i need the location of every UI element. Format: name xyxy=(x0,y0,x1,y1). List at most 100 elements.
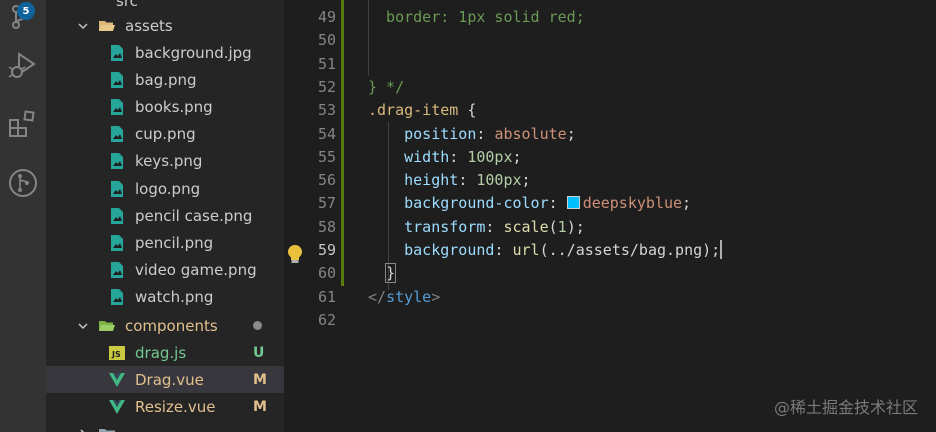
tree-file-item[interactable]: logo.png xyxy=(46,175,284,202)
code-token: > xyxy=(431,287,441,306)
source-control-button[interactable]: 5 xyxy=(0,0,46,44)
image-file-icon xyxy=(108,180,126,198)
tree-folder-label: assets xyxy=(125,16,173,35)
line-number: 50 xyxy=(317,31,336,50)
code-token: 100px xyxy=(476,171,522,190)
code-token: style xyxy=(386,287,432,306)
tree-folder-assets[interactable]: assets xyxy=(46,12,284,39)
code-token: scale xyxy=(503,217,549,236)
code-token: } xyxy=(385,263,397,284)
tree-file-item[interactable]: Drag.vue M xyxy=(46,366,284,393)
tree-file-item[interactable]: keys.png xyxy=(46,148,284,175)
run-debug-button[interactable] xyxy=(0,42,46,92)
code-token: : xyxy=(458,171,477,190)
code-token: : 1px solid red; xyxy=(440,8,585,26)
code-token: height xyxy=(368,171,459,190)
line-number: 58 xyxy=(317,217,336,236)
code-token: (../assets/bag.png); xyxy=(539,241,721,259)
folder-components-icon xyxy=(98,317,116,335)
code-token: ; xyxy=(512,147,522,166)
vue-file-icon xyxy=(108,398,126,416)
code-token: ; xyxy=(566,124,576,143)
tree-folder-views[interactable] xyxy=(46,420,284,432)
code-line[interactable]: background-color: deepskyblue; xyxy=(368,192,691,215)
code-token: ); xyxy=(566,217,585,236)
tree-file-item[interactable]: cup.png xyxy=(46,121,284,148)
extensions-button[interactable] xyxy=(0,101,46,151)
tree-file-label: watch.png xyxy=(135,288,214,307)
line-number: 57 xyxy=(317,194,336,213)
chevron-down-icon xyxy=(76,319,90,333)
js-file-icon: JS xyxy=(108,344,126,362)
color-swatch[interactable] xyxy=(566,196,580,210)
line-number: 61 xyxy=(317,287,336,306)
code-token: </ xyxy=(368,287,387,306)
image-file-icon xyxy=(108,125,126,143)
code-token: : xyxy=(485,217,504,236)
code-line[interactable]: background: url(../assets/bag.png); xyxy=(368,239,723,262)
source-control-badge: 5 xyxy=(17,2,35,20)
tree-file-item[interactable]: watch.png xyxy=(46,284,284,311)
image-file-icon xyxy=(108,44,126,62)
code-token: width xyxy=(368,147,450,166)
tree-folder-components[interactable]: components xyxy=(46,312,284,339)
image-file-icon xyxy=(108,288,126,306)
chevron-right-icon xyxy=(76,427,90,432)
git-graph-button[interactable] xyxy=(0,160,46,210)
tree-file-label: logo.png xyxy=(135,179,201,198)
tree-file-item[interactable]: video game.png xyxy=(46,257,284,284)
tree-file-label: books.png xyxy=(135,97,213,116)
image-file-icon xyxy=(108,207,126,225)
tree-file-item[interactable]: pencil case.png xyxy=(46,202,284,229)
line-number: 49 xyxy=(317,8,336,26)
code-line[interactable]: } */ xyxy=(368,76,404,99)
tree-file-item[interactable]: books.png xyxy=(46,93,284,120)
line-number: 56 xyxy=(317,171,336,190)
tree-file-label: keys.png xyxy=(135,152,203,171)
folder-open-icon xyxy=(98,17,116,35)
tree-file-label: drag.js xyxy=(135,343,187,362)
line-number: 55 xyxy=(317,147,336,166)
line-number: 62 xyxy=(317,310,336,329)
code-token: ( xyxy=(548,217,558,236)
code-line[interactable]: width: 100px; xyxy=(368,146,522,169)
git-status-badge: M xyxy=(253,371,267,388)
tree-file-item[interactable]: bag.png xyxy=(46,66,284,93)
code-token: url xyxy=(512,241,540,259)
line-number: 53 xyxy=(317,101,336,120)
git-status-badge: U xyxy=(253,344,265,361)
code-line[interactable]: transform: scale(1); xyxy=(368,216,585,239)
code-line[interactable]: height: 100px; xyxy=(368,169,530,192)
tree-file-label: Resize.vue xyxy=(135,397,216,416)
run-debug-icon xyxy=(7,49,39,85)
tree-file-item[interactable]: background.jpg xyxy=(46,39,284,66)
code-token: background-color xyxy=(368,194,549,213)
code-line[interactable]: .drag-item { xyxy=(368,99,476,122)
code-line[interactable]: border: 1px solid red; xyxy=(368,6,585,29)
image-file-icon xyxy=(108,98,126,116)
line-number: 51 xyxy=(317,54,336,73)
code-token: .drag-item xyxy=(368,101,459,120)
code-line[interactable]: position: absolute; xyxy=(368,123,576,146)
code-editor[interactable]: 49 border: 1px solid red; 50 51 52} */ 53 .dr… xyxy=(284,0,936,432)
tree-file-item[interactable]: pencil.png xyxy=(46,229,284,256)
code-line[interactable]: } xyxy=(368,262,397,285)
vue-file-icon xyxy=(108,371,126,389)
activity-bar: 5 xyxy=(0,0,46,432)
tree-file-label: Drag.vue xyxy=(135,370,204,389)
svg-text:JS: JS xyxy=(111,350,121,359)
code-line[interactable]: </style> xyxy=(368,286,440,309)
code-token: 1 xyxy=(557,217,567,236)
tree-file-label: bag.png xyxy=(135,70,197,89)
tree-file-label: background.jpg xyxy=(135,43,252,62)
watermark: @稀土掘金技术社区 xyxy=(773,398,918,417)
code-token: : xyxy=(494,241,513,259)
image-file-icon xyxy=(108,71,126,89)
gutter-modified-marker xyxy=(341,106,344,286)
tree-file-label: cup.png xyxy=(135,125,196,144)
code-token: border xyxy=(368,8,441,26)
tree-file-item[interactable]: Resize.vue M xyxy=(46,393,284,420)
tree-file-item[interactable]: JS drag.js U xyxy=(46,339,284,366)
